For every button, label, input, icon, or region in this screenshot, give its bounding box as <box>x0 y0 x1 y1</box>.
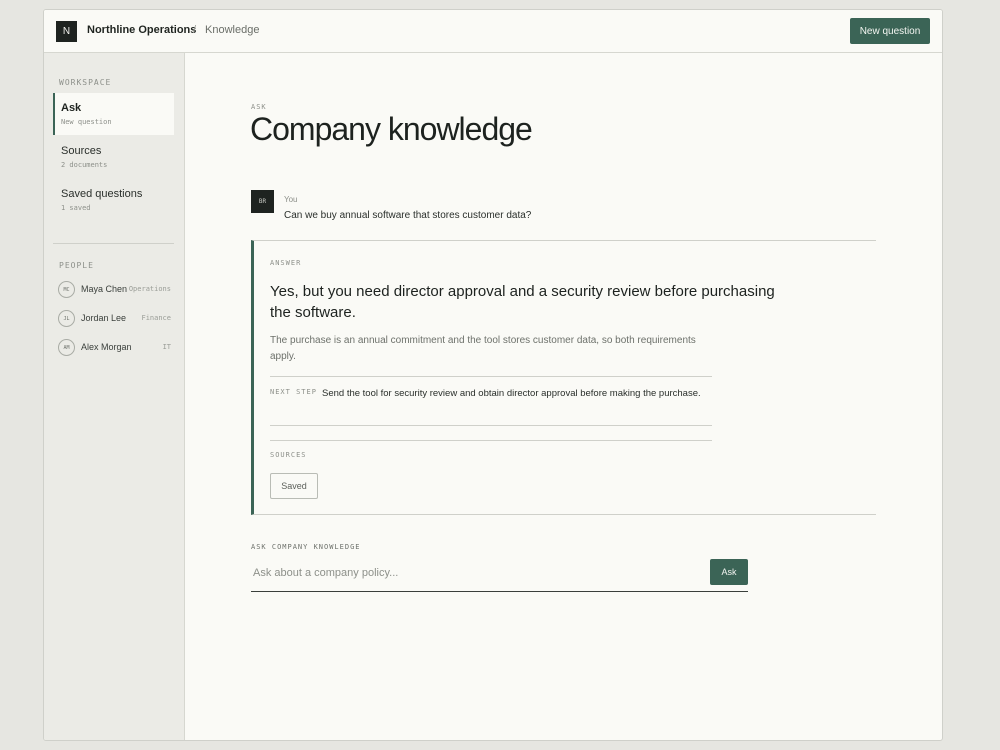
sidebar-item-sublabel: 1 saved <box>61 204 91 212</box>
saved-button[interactable]: Saved <box>270 473 318 499</box>
question-text: Can we buy annual software that stores c… <box>284 210 532 221</box>
ask-input[interactable] <box>251 558 701 588</box>
person-department: IT <box>162 343 171 351</box>
answer-label: ANSWER <box>270 259 302 267</box>
next-step-label: NEXT STEP <box>270 388 317 396</box>
avatar: JL <box>58 310 75 327</box>
breadcrumb-current[interactable]: Knowledge <box>205 24 259 36</box>
sidebar-item-sublabel: 2 documents <box>61 161 108 169</box>
top-bar: N Northline Operations / Knowledge New q… <box>44 10 942 53</box>
answer-explanation: The purchase is an annual commitment and… <box>270 335 696 362</box>
new-question-button[interactable]: New question <box>850 18 930 44</box>
ask-button[interactable]: Ask <box>710 559 748 585</box>
org-logo: N <box>56 21 77 42</box>
question-author: You <box>284 195 298 204</box>
sidebar-item-sublabel: New question <box>61 118 112 126</box>
ask-label: ASK COMPANY KNOWLEDGE <box>251 543 361 551</box>
next-step-text: Send the tool for security review and ob… <box>322 388 701 399</box>
sidebar-item-label: Sources <box>61 145 102 157</box>
answer-headline: Yes, but you need director approval and … <box>270 283 775 321</box>
person-item[interactable]: MC Maya Chen Operations <box>58 280 171 300</box>
sources-divider <box>270 440 712 441</box>
avatar: MC <box>58 281 75 298</box>
sources-label: SOURCES <box>270 451 307 459</box>
sidebar-item-label: Saved questions <box>61 188 143 200</box>
main-content: ASK Company knowledge BR You Can we buy … <box>186 53 942 740</box>
page-kicker: ASK <box>251 103 267 111</box>
org-name[interactable]: Northline Operations <box>87 24 196 36</box>
page-title: Company knowledge <box>250 111 533 147</box>
next-step: NEXT STEP Send the tool for security rev… <box>270 376 712 426</box>
app-window: N Northline Operations / Knowledge New q… <box>43 9 943 741</box>
ask-form: Ask <box>251 558 748 592</box>
sidebar-item-ask[interactable]: Ask New question <box>53 93 174 135</box>
people-heading: PEOPLE <box>59 261 94 270</box>
sidebar: WORKSPACE Ask New question Sources 2 doc… <box>44 53 185 740</box>
sidebar-item-label: Ask <box>61 102 82 114</box>
sidebar-divider <box>53 243 174 244</box>
sidebar-item-sources[interactable]: Sources 2 documents <box>53 136 174 178</box>
person-item[interactable]: JL Jordan Lee Finance <box>58 309 171 329</box>
person-item[interactable]: AM Alex Morgan IT <box>58 338 171 358</box>
avatar: BR <box>251 190 274 213</box>
person-name: Alex Morgan <box>81 342 132 352</box>
person-department: Finance <box>141 314 171 322</box>
workspace-heading: WORKSPACE <box>59 78 112 87</box>
sidebar-item-saved-questions[interactable]: Saved questions 1 saved <box>53 179 174 221</box>
breadcrumb-separator: / <box>193 24 197 36</box>
person-department: Operations <box>128 285 171 293</box>
answer-card: ANSWER Yes, but you need director approv… <box>251 240 876 515</box>
avatar: AM <box>58 339 75 356</box>
person-name: Maya Chen <box>81 284 128 294</box>
person-name: Jordan Lee <box>81 313 127 323</box>
